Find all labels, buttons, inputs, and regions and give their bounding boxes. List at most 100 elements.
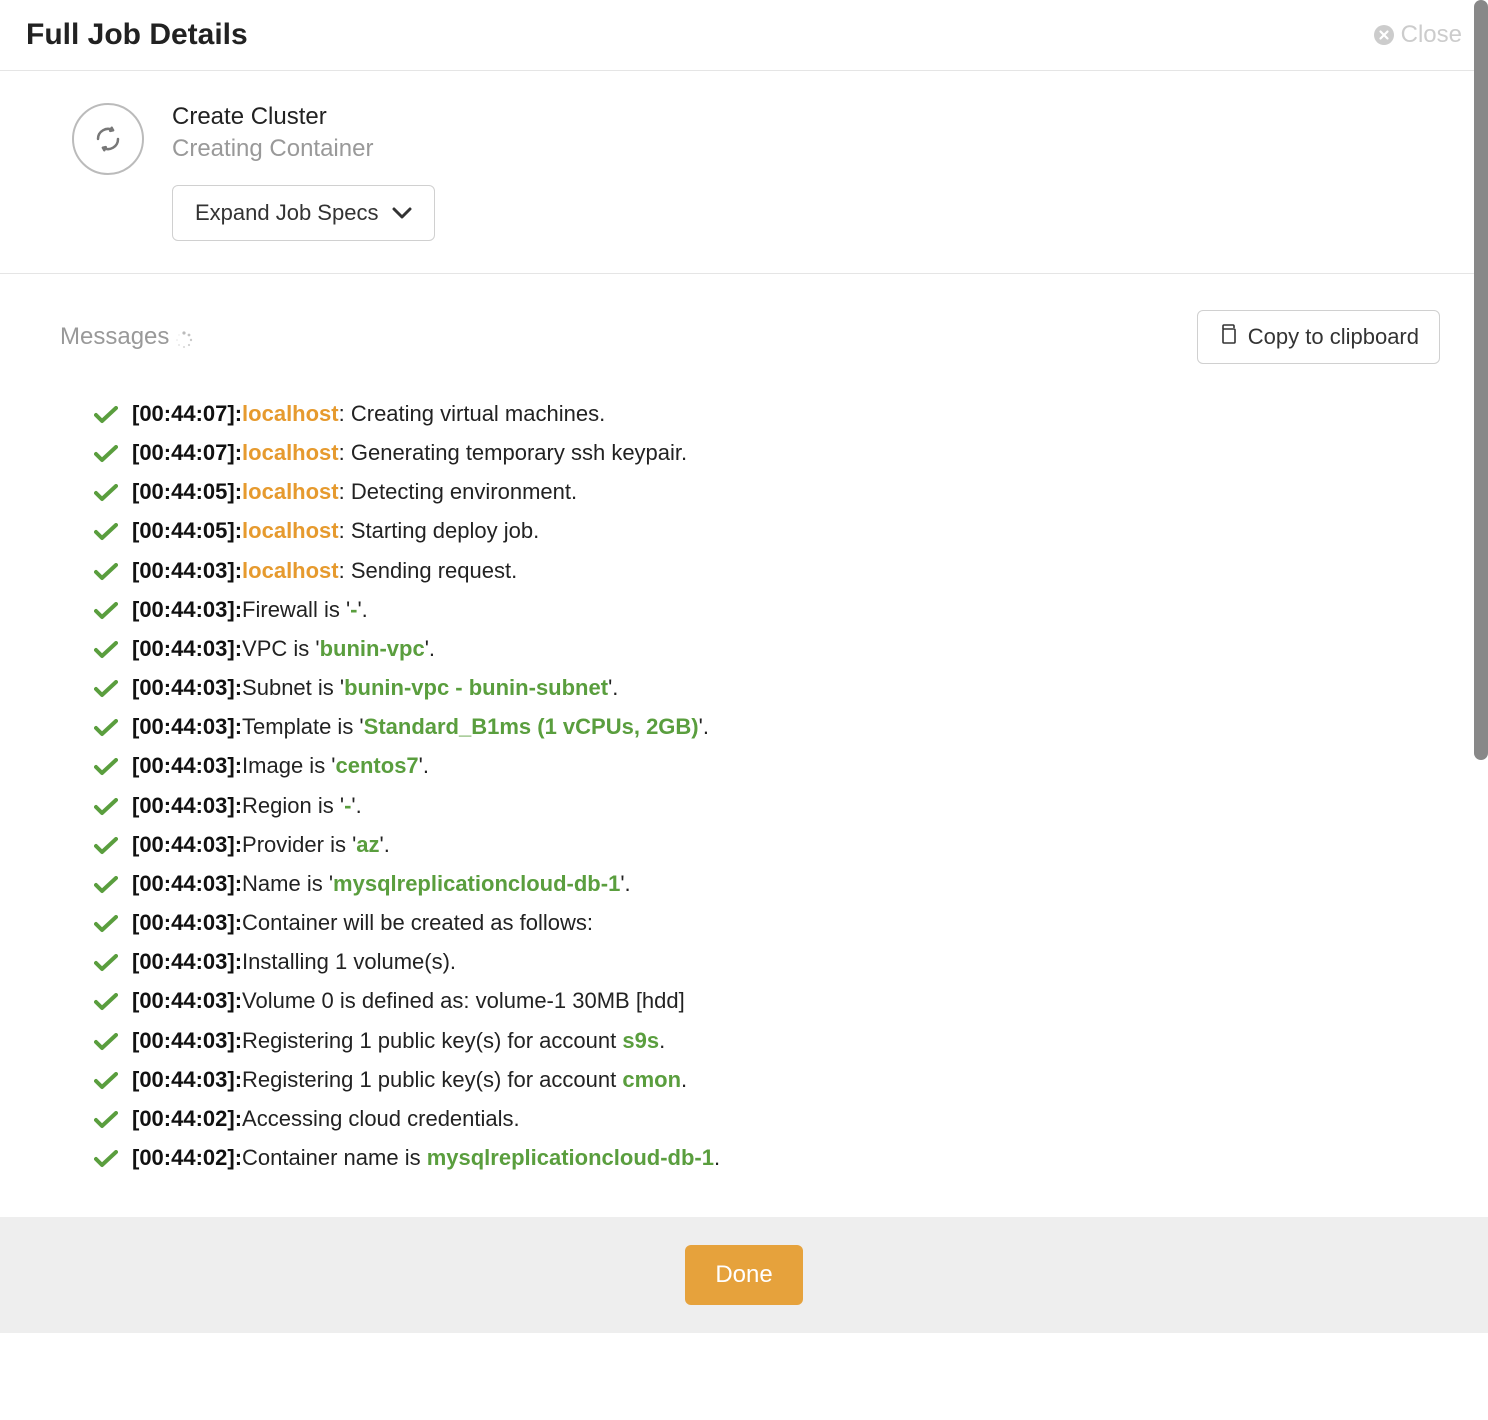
log-item: [00:44:02]:Accessing cloud credentials.	[94, 1099, 1440, 1138]
log-item: [00:44:05]:localhost: Detecting environm…	[94, 472, 1440, 511]
log-timestamp: [00:44:03]:	[132, 832, 242, 857]
log-text: [00:44:03]:Container will be created as …	[132, 903, 593, 942]
check-icon	[94, 433, 118, 472]
check-icon	[94, 551, 118, 590]
check-icon	[94, 786, 118, 825]
log-text: [00:44:03]:Firewall is '-'.	[132, 590, 368, 629]
check-icon	[94, 707, 118, 746]
log-timestamp: [00:44:03]:	[132, 636, 242, 661]
log-timestamp: [00:44:02]:	[132, 1145, 242, 1170]
log-item: [00:44:03]:Registering 1 public key(s) f…	[94, 1021, 1440, 1060]
log-text: [00:44:03]:Provider is 'az'.	[132, 825, 390, 864]
log-item: [00:44:03]:Template is 'Standard_B1ms (1…	[94, 707, 1440, 746]
log-text: [00:44:03]:Registering 1 public key(s) f…	[132, 1021, 665, 1060]
copy-to-clipboard-button[interactable]: Copy to clipboard	[1197, 310, 1440, 364]
log-text: [00:44:02]:Accessing cloud credentials.	[132, 1099, 520, 1138]
check-icon	[94, 1099, 118, 1138]
log-highlight: mysqlreplicationcloud-db-1	[427, 1145, 714, 1170]
log-timestamp: [00:44:07]:	[132, 401, 242, 426]
messages-section: Messages	[0, 274, 1488, 1217]
copy-label: Copy to clipboard	[1248, 324, 1419, 350]
done-button[interactable]: Done	[685, 1245, 802, 1305]
log-text: [00:44:03]:Subnet is 'bunin-vpc - bunin-…	[132, 668, 618, 707]
check-icon	[94, 942, 118, 981]
check-icon	[94, 511, 118, 550]
log-item: [00:44:03]:Volume 0 is defined as: volum…	[94, 981, 1440, 1020]
log-highlight: cmon	[622, 1067, 681, 1092]
log-item: [00:44:02]:Container name is mysqlreplic…	[94, 1138, 1440, 1177]
check-icon	[94, 864, 118, 903]
check-icon	[94, 1021, 118, 1060]
log-item: [00:44:07]:localhost: Generating tempora…	[94, 433, 1440, 472]
log-item: [00:44:05]:localhost: Starting deploy jo…	[94, 511, 1440, 550]
job-title: Create Cluster	[172, 103, 435, 131]
log-highlight: centos7	[336, 753, 419, 778]
log-item: [00:44:03]:Provider is 'az'.	[94, 825, 1440, 864]
log-timestamp: [00:44:03]:	[132, 988, 242, 1013]
log-timestamp: [00:44:03]:	[132, 675, 242, 700]
log-list: [00:44:07]:localhost: Creating virtual m…	[60, 394, 1440, 1177]
log-timestamp: [00:44:03]:	[132, 1028, 242, 1053]
log-host: localhost	[242, 401, 339, 426]
messages-title: Messages	[60, 323, 193, 351]
job-details-modal: Full Job Details Close Create Cluster Cr…	[0, 0, 1488, 1333]
log-timestamp: [00:44:07]:	[132, 440, 242, 465]
log-highlight: bunin-vpc - bunin-subnet	[344, 675, 608, 700]
check-icon	[94, 981, 118, 1020]
log-text: [00:44:03]:Template is 'Standard_B1ms (1…	[132, 707, 709, 746]
log-text: [00:44:03]:Image is 'centos7'.	[132, 746, 429, 785]
chevron-down-icon	[392, 207, 412, 219]
expand-label: Expand Job Specs	[195, 200, 378, 226]
log-timestamp: [00:44:03]:	[132, 910, 242, 935]
check-icon	[94, 394, 118, 433]
close-icon	[1374, 25, 1394, 45]
check-icon	[94, 825, 118, 864]
close-label: Close	[1401, 21, 1462, 49]
check-icon	[94, 1060, 118, 1099]
log-text: [00:44:03]:Registering 1 public key(s) f…	[132, 1060, 687, 1099]
log-timestamp: [00:44:02]:	[132, 1106, 242, 1131]
log-item: [00:44:03]:localhost: Sending request.	[94, 551, 1440, 590]
clipboard-icon	[1218, 323, 1238, 351]
scrollbar[interactable]	[1474, 0, 1488, 760]
log-highlight: s9s	[622, 1028, 659, 1053]
modal-title: Full Job Details	[26, 18, 248, 52]
expand-job-specs-button[interactable]: Expand Job Specs	[172, 185, 435, 241]
check-icon	[94, 746, 118, 785]
log-timestamp: [00:44:03]:	[132, 949, 242, 974]
log-text: [00:44:03]:Name is 'mysqlreplicationclou…	[132, 864, 631, 903]
log-item: [00:44:03]:Firewall is '-'.	[94, 590, 1440, 629]
log-timestamp: [00:44:03]:	[132, 793, 242, 818]
log-timestamp: [00:44:03]:	[132, 753, 242, 778]
log-item: [00:44:03]:Region is '-'.	[94, 786, 1440, 825]
log-text: [00:44:07]:localhost: Generating tempora…	[132, 433, 687, 472]
modal-footer: Done	[0, 1217, 1488, 1333]
log-text: [00:44:03]:Volume 0 is defined as: volum…	[132, 981, 685, 1020]
log-item: [00:44:03]:VPC is 'bunin-vpc'.	[94, 629, 1440, 668]
log-item: [00:44:03]:Name is 'mysqlreplicationclou…	[94, 864, 1440, 903]
log-item: [00:44:03]:Subnet is 'bunin-vpc - bunin-…	[94, 668, 1440, 707]
log-item: [00:44:07]:localhost: Creating virtual m…	[94, 394, 1440, 433]
log-host: localhost	[242, 440, 339, 465]
log-highlight: Standard_B1ms (1 vCPUs, 2GB)	[364, 714, 699, 739]
log-timestamp: [00:44:03]:	[132, 597, 242, 622]
log-timestamp: [00:44:03]:	[132, 714, 242, 739]
modal-header: Full Job Details Close	[0, 0, 1488, 71]
log-timestamp: [00:44:05]:	[132, 479, 242, 504]
check-icon	[94, 629, 118, 668]
log-timestamp: [00:44:05]:	[132, 518, 242, 543]
log-text: [00:44:05]:localhost: Starting deploy jo…	[132, 511, 539, 550]
log-host: localhost	[242, 518, 339, 543]
log-timestamp: [00:44:03]:	[132, 558, 242, 583]
log-text: [00:44:03]:Installing 1 volume(s).	[132, 942, 456, 981]
log-timestamp: [00:44:03]:	[132, 871, 242, 896]
log-item: [00:44:03]:Installing 1 volume(s).	[94, 942, 1440, 981]
job-subtitle: Creating Container	[172, 135, 435, 163]
log-text: [00:44:02]:Container name is mysqlreplic…	[132, 1138, 720, 1177]
check-icon	[94, 590, 118, 629]
log-host: localhost	[242, 558, 339, 583]
log-text: [00:44:07]:localhost: Creating virtual m…	[132, 394, 605, 433]
messages-bar: Messages	[60, 310, 1440, 364]
close-button[interactable]: Close	[1374, 21, 1462, 49]
log-highlight: mysqlreplicationcloud-db-1	[333, 871, 620, 896]
